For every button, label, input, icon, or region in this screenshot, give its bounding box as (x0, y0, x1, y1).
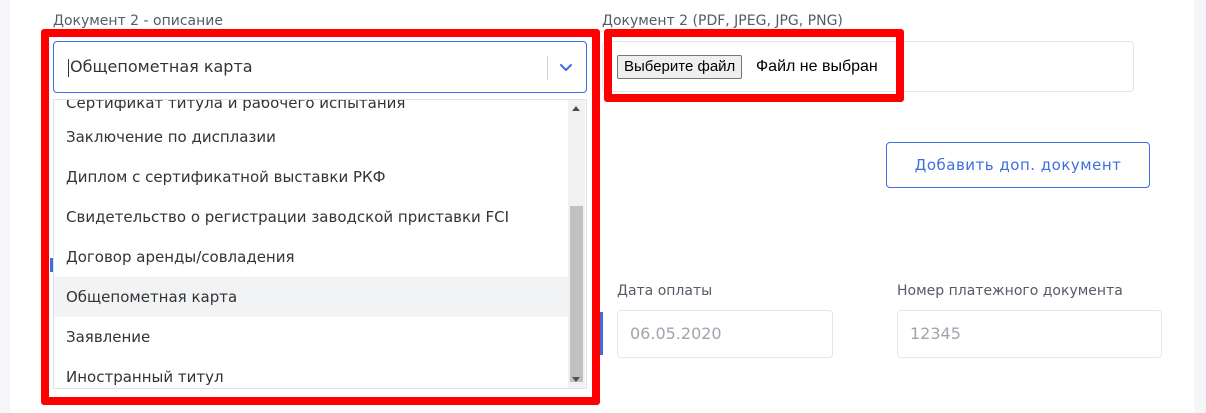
text-caret (68, 59, 69, 77)
dropdown-option[interactable]: Иностранный титул (54, 357, 569, 388)
add-document-button[interactable]: Добавить доп. документ (886, 142, 1150, 188)
dropdown-option[interactable]: Свидетельство о регистрации заводской пр… (54, 197, 569, 237)
scroll-up-arrow-icon[interactable] (572, 106, 580, 111)
doc2-description-label: Документ 2 - описание (53, 13, 223, 29)
dropdown-menu: Сертификат титула и рабочего испытания З… (53, 99, 587, 389)
dropdown-scrollbar[interactable] (568, 100, 585, 388)
payment-date-input[interactable]: 06.05.2020 (617, 310, 833, 358)
dropdown-option[interactable]: Диплом с сертификатной выставки РКФ (54, 157, 569, 197)
hidden-input-edge (598, 312, 603, 355)
doc2-description-select[interactable]: Общепометная карта (53, 41, 587, 93)
choose-file-button[interactable]: Выберите файл (617, 55, 743, 79)
doc2-file-label: Документ 2 (PDF, JPEG, JPG, PNG) (602, 13, 843, 29)
payment-doc-number-label: Номер платежного документа (897, 283, 1123, 299)
dropdown-option[interactable]: Заключение по дисплазии (54, 117, 569, 157)
file-status-text: Файл не выбран (756, 58, 878, 75)
payment-doc-number-input[interactable]: 12345 (897, 310, 1162, 358)
scroll-down-arrow-icon[interactable] (572, 377, 580, 382)
select-value: Общепометная карта (70, 57, 253, 76)
select-separator (547, 56, 548, 80)
chevron-down-icon[interactable] (558, 59, 574, 75)
dropdown-option[interactable]: Заявление (54, 317, 569, 357)
scroll-thumb[interactable] (570, 206, 583, 382)
dropdown-option[interactable]: Договор аренды/совладения (54, 237, 569, 277)
dropdown-option-selected[interactable]: Общепометная карта (54, 277, 569, 317)
payment-date-label: Дата оплаты (617, 283, 713, 299)
